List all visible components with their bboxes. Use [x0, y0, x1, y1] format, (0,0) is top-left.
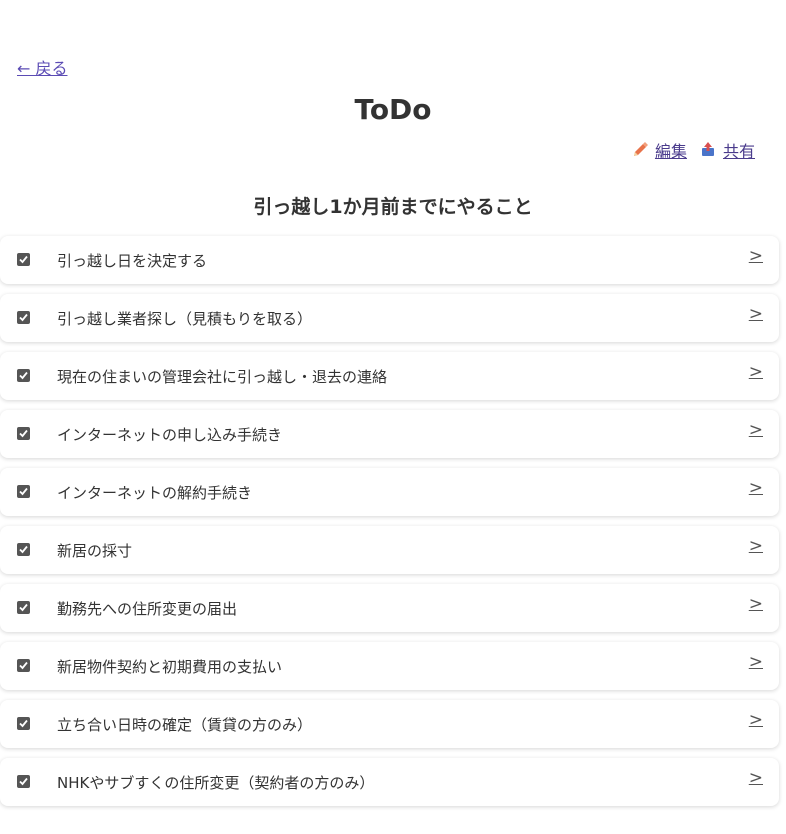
todo-checkbox[interactable] — [17, 253, 30, 266]
todo-item[interactable]: 立ち合い日時の確定（賃貸の方のみ） > — [0, 700, 779, 748]
edit-button[interactable]: 編集 — [631, 138, 687, 162]
todo-label: 勤務先への住所変更の届出 — [57, 600, 238, 618]
chevron-right-icon[interactable]: > — [749, 362, 763, 382]
todo-label: インターネットの申し込み手続き — [57, 426, 283, 444]
todo-checkbox[interactable] — [17, 543, 30, 556]
section-title: 引っ越し1か月前までにやること — [253, 196, 533, 218]
todo-item[interactable]: 新居の採寸 > — [0, 526, 779, 574]
todo-item[interactable]: 引っ越し業者探し（見積もりを取る） > — [0, 294, 779, 342]
todo-checkbox[interactable] — [17, 427, 30, 440]
todo-item[interactable]: 引っ越し日を決定する > — [0, 236, 779, 284]
back-link[interactable]: ← 戻る — [17, 55, 68, 79]
chevron-right-icon[interactable]: > — [749, 536, 763, 556]
chevron-right-icon[interactable]: > — [749, 768, 763, 788]
pencil-icon — [631, 141, 649, 159]
todo-label: 新居物件契約と初期費用の支払い — [57, 658, 283, 676]
todo-item[interactable]: インターネットの申し込み手続き > — [0, 410, 779, 458]
chevron-right-icon[interactable]: > — [749, 710, 763, 730]
todo-label: インターネットの解約手続き — [57, 484, 253, 502]
todo-label: 引っ越し日を決定する — [57, 252, 208, 270]
todo-item[interactable]: 勤務先への住所変更の届出 > — [0, 584, 779, 632]
share-icon — [699, 141, 717, 159]
todo-item[interactable]: インターネットの解約手続き > — [0, 468, 779, 516]
todo-label: 立ち合い日時の確定（賃貸の方のみ） — [57, 716, 313, 734]
chevron-right-icon[interactable]: > — [749, 304, 763, 324]
share-button[interactable]: 共有 — [699, 138, 755, 162]
todo-checkbox[interactable] — [17, 659, 30, 672]
todo-label: 現在の住まいの管理会社に引っ越し・退去の連絡 — [57, 368, 388, 386]
todo-item[interactable]: NHKやサブすくの住所変更（契約者の方のみ） > — [0, 758, 779, 806]
todo-checkbox[interactable] — [17, 775, 30, 788]
chevron-right-icon[interactable]: > — [749, 594, 763, 614]
todo-checkbox[interactable] — [17, 601, 30, 614]
edit-label: 編集 — [654, 142, 687, 161]
chevron-right-icon[interactable]: > — [749, 652, 763, 672]
todo-list: 引っ越し日を決定する > 引っ越し業者探し（見積もりを取る） > 現在の住まいの管理会社… — [0, 236, 779, 816]
todo-checkbox[interactable] — [17, 311, 30, 324]
chevron-right-icon[interactable]: > — [749, 420, 763, 440]
action-bar: 編集 共有 — [631, 138, 755, 162]
share-label: 共有 — [722, 142, 755, 161]
todo-label: 新居の採寸 — [57, 542, 133, 560]
todo-label: NHKやサブすくの住所変更（契約者の方のみ） — [57, 774, 375, 792]
page-title: ToDo — [354, 93, 432, 126]
chevron-right-icon[interactable]: > — [749, 478, 763, 498]
todo-item[interactable]: 現在の住まいの管理会社に引っ越し・退去の連絡 > — [0, 352, 779, 400]
todo-checkbox[interactable] — [17, 485, 30, 498]
todo-checkbox[interactable] — [17, 717, 30, 730]
todo-label: 引っ越し業者探し（見積もりを取る） — [57, 310, 313, 328]
chevron-right-icon[interactable]: > — [749, 246, 763, 266]
todo-checkbox[interactable] — [17, 369, 30, 382]
todo-item[interactable]: 新居物件契約と初期費用の支払い > — [0, 642, 779, 690]
